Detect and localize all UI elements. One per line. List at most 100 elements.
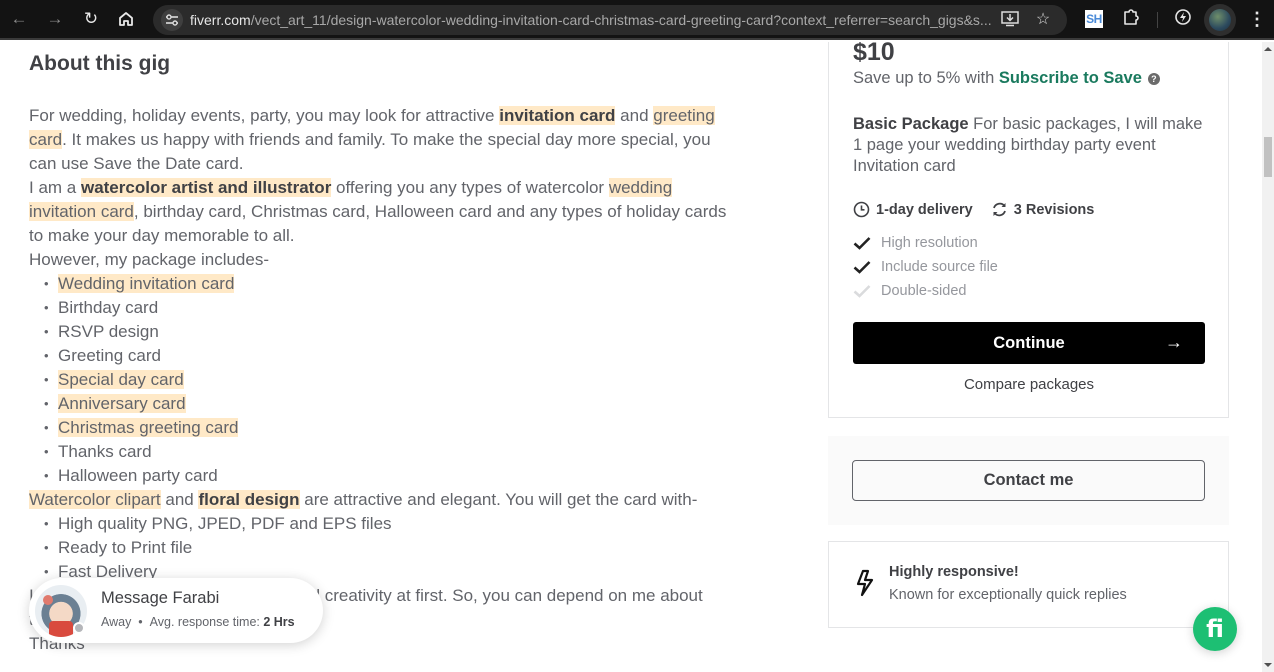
package-includes-list: Wedding invitation card Birthday card RSVP… (29, 272, 729, 488)
toolbar-separator (1157, 12, 1158, 28)
scroll-thumb[interactable] (1264, 137, 1272, 177)
extension-sh-icon[interactable]: SH (1085, 10, 1103, 28)
address-bar[interactable]: fiverr.com/vect_art_11/design-watercolor… (153, 5, 1067, 35)
bookmark-star-icon[interactable]: ☆ (1034, 11, 1052, 29)
profile-avatar-image (1209, 9, 1231, 31)
description-paragraph: However, my package includes- (29, 250, 270, 269)
install-app-icon[interactable] (1001, 11, 1019, 29)
feature-item: High resolution (853, 231, 998, 255)
list-item-text: Birthday card (58, 298, 159, 317)
list-item: High quality PNG, JPED, PDF and EPS file… (41, 512, 729, 536)
page-content: About this gig For wedding, holiday even… (0, 42, 1262, 672)
package-description: Basic Package For basic packages, I will… (853, 114, 1213, 177)
chat-status-line: Away • Avg. response time: 2 Hrs (101, 615, 295, 629)
chat-seller-name: Message Farabi (101, 589, 220, 607)
package-name: Basic Package (853, 115, 969, 133)
scroll-up-arrow-icon[interactable] (1264, 47, 1272, 51)
site-info-button[interactable] (161, 9, 183, 31)
forward-button[interactable]: → (44, 8, 66, 30)
profile-avatar-button[interactable] (1204, 4, 1236, 36)
text-run: and (160, 490, 199, 509)
chat-separator: • (138, 615, 143, 629)
arrow-right-icon: → (1165, 332, 1183, 352)
text-run: For wedding, holiday events, party, you … (29, 106, 500, 125)
about-title: About this gig (29, 52, 171, 75)
energy-saver-leaf-icon[interactable] (1172, 8, 1194, 30)
url-host: fiverr.com (190, 12, 251, 28)
revisions-label: 3 Revisions (1013, 201, 1095, 218)
list-item: RSVP design (41, 320, 729, 344)
list-item-text: Greeting card (58, 346, 161, 365)
refresh-icon (992, 202, 1006, 217)
description-paragraph: I am a watercolor artist and illustrator… (29, 176, 729, 248)
response-time-value: 2 Hrs (263, 615, 295, 629)
package-price: $10 (853, 42, 895, 66)
text-run: offering you any types of watercolor (331, 178, 609, 197)
reload-button[interactable]: ↻ (80, 8, 102, 30)
list-item-text: RSVP design (58, 322, 159, 341)
save-prefix: Save up to 5% with (853, 69, 999, 87)
highlighted-keyword: invitation card (499, 106, 616, 125)
avatar-detail (49, 621, 73, 637)
help-icon[interactable]: ? (1147, 73, 1160, 85)
message-seller-bubble[interactable]: Message Farabi Away • Avg. response time… (29, 578, 323, 643)
highlighted-keyword: floral design (198, 490, 300, 509)
delivery-label: 1-day delivery (876, 201, 973, 218)
home-button[interactable] (115, 8, 137, 30)
contact-me-button[interactable]: Contact me (852, 460, 1205, 501)
page-scrollbar[interactable] (1262, 42, 1274, 672)
continue-label: Continue (993, 333, 1065, 352)
gig-description: For wedding, holiday events, party, you … (29, 104, 729, 656)
text-run: are attractive and elegant. You will get… (299, 490, 698, 509)
lightning-bolt-icon (856, 569, 874, 597)
list-item-text: High quality PNG, JPED, PDF and EPS file… (58, 514, 392, 533)
list-item: Christmas greeting card (41, 416, 729, 440)
list-item: Thanks card (41, 440, 729, 464)
list-item: Birthday card (41, 296, 729, 320)
feature-item: Include source file (853, 255, 998, 279)
list-item-text: Thanks card (58, 442, 152, 461)
back-button[interactable]: ← (8, 8, 30, 30)
highlighted-keyword: watercolor artist and illustrator (80, 178, 332, 197)
list-item: Ready to Print file (41, 536, 729, 560)
compare-packages-link[interactable]: Compare packages (829, 376, 1229, 393)
delivery-time: 1-day delivery (853, 201, 973, 218)
chat-status: Away (101, 615, 132, 629)
browser-menu-kebab-icon[interactable]: ⋮ (1248, 8, 1266, 30)
text-run: , birthday card, Christmas card, Hallowe… (29, 202, 727, 245)
scroll-down-arrow-icon[interactable] (1264, 663, 1272, 667)
feature-label: High resolution (881, 235, 978, 251)
list-item: Wedding invitation card (41, 272, 729, 296)
fiverr-chat-fab[interactable]: fi (1193, 607, 1237, 651)
list-item-text: Halloween party card (58, 466, 218, 485)
continue-button[interactable]: Continue → (853, 322, 1205, 364)
avatar-detail (43, 595, 53, 605)
list-item-text: Ready to Print file (58, 538, 193, 557)
description-paragraph: Watercolor clipart and floral design are… (29, 488, 729, 512)
home-icon (119, 12, 133, 26)
responsive-subtitle: Known for exceptionally quick replies (889, 587, 1127, 603)
clock-icon (853, 201, 870, 218)
extensions-puzzle-icon[interactable] (1120, 8, 1142, 30)
list-item: Greeting card (41, 344, 729, 368)
feature-item: Double-sided (853, 279, 998, 303)
contact-card: Contact me (828, 436, 1229, 525)
deliverables-list: High quality PNG, JPED, PDF and EPS file… (29, 512, 729, 584)
feature-label: Double-sided (881, 283, 967, 299)
responsive-title: Highly responsive! (889, 564, 1019, 580)
subscribe-save-line: Save up to 5% with Subscribe to Save? (853, 69, 1160, 88)
text-run: and (615, 106, 654, 125)
check-icon (853, 237, 871, 250)
subscribe-to-save-link[interactable]: Subscribe to Save (999, 69, 1142, 87)
response-time-prefix: Avg. response time: (149, 615, 264, 629)
url-path: /vect_art_11/design-watercolor-wedding-i… (250, 12, 992, 28)
url-text[interactable]: fiverr.com/vect_art_11/design-watercolor… (190, 12, 1000, 28)
list-item: Halloween party card (41, 464, 729, 488)
highly-responsive-card: Highly responsive! Known for exceptional… (828, 541, 1229, 628)
package-card: $10 Save up to 5% with Subscribe to Save… (828, 42, 1229, 418)
check-icon-disabled (853, 285, 871, 298)
text-run: I am a (29, 178, 81, 197)
tune-icon (166, 14, 178, 26)
list-item-text: Special day card (58, 370, 184, 389)
feature-label: Include source file (881, 259, 998, 275)
